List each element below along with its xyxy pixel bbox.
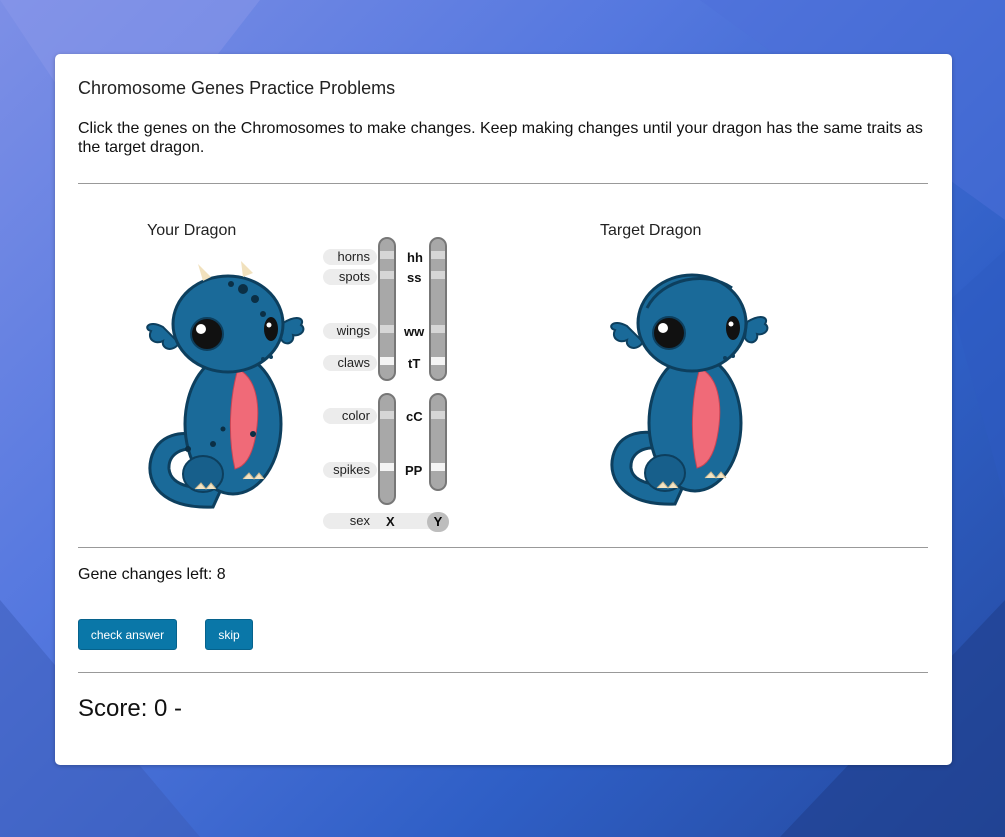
target-dragon-label: Target Dragon [600, 222, 702, 239]
score: Score: 0 - [78, 695, 183, 722]
chromosome-panel: horns spots wings claws color spikes hh … [323, 235, 463, 535]
chromosome-2-right[interactable] [429, 393, 447, 491]
trait-label-wings: wings [323, 323, 377, 339]
divider [78, 672, 928, 673]
your-dragon-image [146, 261, 305, 509]
practice-card: Chromosome Genes Practice Problems Click… [55, 54, 952, 765]
divider [78, 183, 928, 184]
chromosome-2-left[interactable] [378, 393, 396, 505]
sex-x[interactable]: X [386, 514, 395, 529]
check-answer-button[interactable]: check answer [78, 619, 177, 650]
sex-y-toggle[interactable]: Y [427, 512, 449, 532]
allele-color[interactable]: cC [406, 409, 423, 424]
allele-spots[interactable]: ss [407, 270, 421, 285]
skip-button[interactable]: skip [205, 619, 253, 650]
allele-horns[interactable]: hh [407, 250, 423, 265]
chromosome-1-right[interactable] [429, 237, 447, 381]
your-dragon-label: Your Dragon [147, 222, 237, 239]
allele-wings[interactable]: ww [404, 324, 424, 339]
target-dragon-image [610, 273, 769, 506]
gene-changes-left: Gene changes left: 8 [78, 566, 226, 583]
trait-label-sex: sex [349, 513, 370, 528]
page-title: Chromosome Genes Practice Problems [78, 78, 396, 98]
trait-label-spikes: spikes [323, 462, 377, 478]
trait-label-spots: spots [323, 269, 377, 285]
allele-claws[interactable]: tT [408, 356, 420, 371]
trait-label-color: color [323, 408, 377, 424]
allele-spikes[interactable]: PP [405, 463, 422, 478]
trait-label-horns: horns [323, 249, 377, 265]
divider [78, 547, 928, 548]
instructions: Click the genes on the Chromosomes to ma… [78, 120, 923, 156]
chromosome-1-left[interactable] [378, 237, 396, 381]
trait-label-claws: claws [323, 355, 377, 371]
